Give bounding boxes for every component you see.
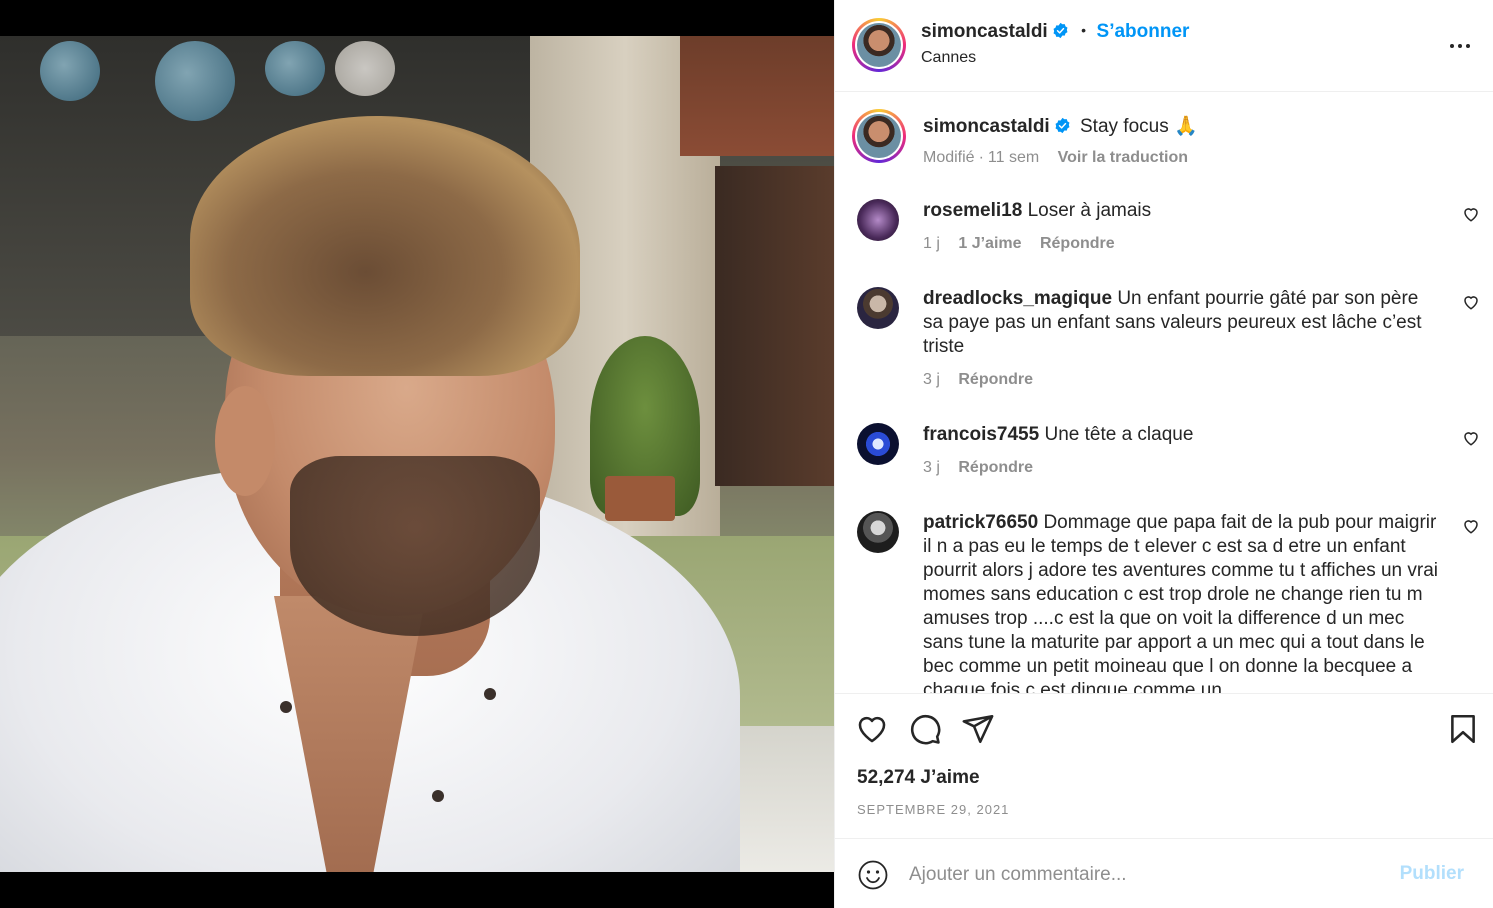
translate-link[interactable]: Voir la traduction xyxy=(1058,149,1188,166)
caption-edited: Modifié xyxy=(923,149,975,166)
comment-like-heart-icon[interactable] xyxy=(1462,205,1480,223)
post-date[interactable]: SEPTEMBRE 29, 2021 xyxy=(857,802,1009,817)
caption-username[interactable]: simoncastaldi xyxy=(923,116,1050,137)
photo-detail xyxy=(40,41,100,101)
photo-detail xyxy=(215,386,275,496)
photo-detail xyxy=(280,701,292,713)
photo-detail xyxy=(432,790,444,802)
letterbox-bottom xyxy=(0,872,834,908)
comment-meta: 3 j Répondre xyxy=(923,371,1033,389)
comment-time[interactable]: 3 j xyxy=(923,459,940,476)
photo-detail xyxy=(265,41,325,96)
save-bookmark-icon[interactable] xyxy=(1446,712,1480,746)
comment-text: rosemeli18 Loser à jamais xyxy=(923,199,1443,223)
post-media[interactable] xyxy=(0,0,834,908)
separator-dot: • xyxy=(1081,22,1087,38)
photo-detail xyxy=(680,36,834,156)
comment-body: Loser à jamais xyxy=(1027,200,1152,221)
reply-button[interactable]: Répondre xyxy=(1040,235,1115,252)
comment-like-heart-icon[interactable] xyxy=(1462,429,1480,447)
caption-text: simoncastaldi Stay focus 🙏 xyxy=(923,115,1443,139)
caption-time[interactable]: 11 sem xyxy=(988,149,1039,166)
author-avatar[interactable] xyxy=(852,18,906,72)
like-count[interactable]: 52,274 J’aime xyxy=(857,767,980,789)
commenter-username[interactable]: francois7455 xyxy=(923,424,1039,445)
comment-text: dreadlocks_magique Un enfant pourrie gât… xyxy=(923,287,1443,359)
comments-list[interactable]: simoncastaldi Stay focus 🙏 Modifié · 11 se… xyxy=(835,93,1493,693)
more-options-icon[interactable] xyxy=(1448,34,1472,65)
letterbox-top xyxy=(0,0,834,36)
comment-meta: 3 j Répondre xyxy=(923,459,1033,477)
commenter-avatar[interactable] xyxy=(857,287,899,329)
author-line: simoncastaldi • S’abonner xyxy=(921,21,1189,43)
comment-like-heart-icon[interactable] xyxy=(1462,517,1480,535)
comment-meta: 1 j 1 J’aime Répondre xyxy=(923,235,1115,253)
comment-text: patrick76650 Dommage que papa fait de la… xyxy=(923,511,1443,693)
photo-detail xyxy=(605,476,675,521)
like-heart-icon[interactable] xyxy=(855,712,889,746)
author-username[interactable]: simoncastaldi xyxy=(921,21,1048,42)
commenter-avatar[interactable] xyxy=(857,199,899,241)
post-header: simoncastaldi • S’abonner Cannes xyxy=(835,0,1493,92)
comment-body: Dommage que papa fait de la pub pour mai… xyxy=(923,512,1439,693)
reply-button[interactable]: Répondre xyxy=(958,371,1033,388)
post-photo[interactable] xyxy=(0,36,834,872)
caption-author-avatar[interactable] xyxy=(852,109,906,163)
commenter-avatar[interactable] xyxy=(857,511,899,553)
caption-body: Stay focus 🙏 xyxy=(1080,116,1198,137)
verified-badge-icon xyxy=(1055,117,1070,134)
meta-separator: · xyxy=(978,149,984,166)
post-location[interactable]: Cannes xyxy=(921,49,976,67)
photo-detail xyxy=(290,456,540,636)
comment-time[interactable]: 3 j xyxy=(923,371,940,388)
publish-button[interactable]: Publier xyxy=(1400,863,1464,885)
share-send-icon[interactable] xyxy=(961,712,995,746)
commenter-username[interactable]: rosemeli18 xyxy=(923,200,1022,221)
photo-detail xyxy=(155,41,235,121)
commenter-username[interactable]: patrick76650 xyxy=(923,512,1038,533)
post-actions: 52,274 J’aime SEPTEMBRE 29, 2021 xyxy=(835,693,1493,838)
comment-input[interactable] xyxy=(909,861,1369,889)
comment-bubble-icon[interactable] xyxy=(908,712,942,746)
verified-badge-icon xyxy=(1053,22,1068,39)
commenter-avatar[interactable] xyxy=(857,423,899,465)
post-sidebar: simoncastaldi • S’abonner Cannes simonca… xyxy=(834,0,1493,908)
reply-button[interactable]: Répondre xyxy=(958,459,1033,476)
comment-body: Une tête a claque xyxy=(1044,424,1194,445)
photo-detail xyxy=(484,688,496,700)
commenter-username[interactable]: dreadlocks_magique xyxy=(923,288,1112,309)
comment-time[interactable]: 1 j xyxy=(923,235,940,252)
photo-detail xyxy=(335,41,395,96)
subscribe-button[interactable]: S’abonner xyxy=(1097,21,1190,42)
caption-meta: Modifié · 11 sem Voir la traduction xyxy=(923,149,1188,167)
photo-detail xyxy=(715,166,834,486)
comment-like-heart-icon[interactable] xyxy=(1462,293,1480,311)
emoji-picker-icon[interactable] xyxy=(857,859,889,891)
comment-composer: Publier xyxy=(835,838,1493,908)
comment-text: francois7455 Une tête a claque xyxy=(923,423,1443,447)
comment-like-count[interactable]: 1 J’aime xyxy=(958,235,1021,252)
